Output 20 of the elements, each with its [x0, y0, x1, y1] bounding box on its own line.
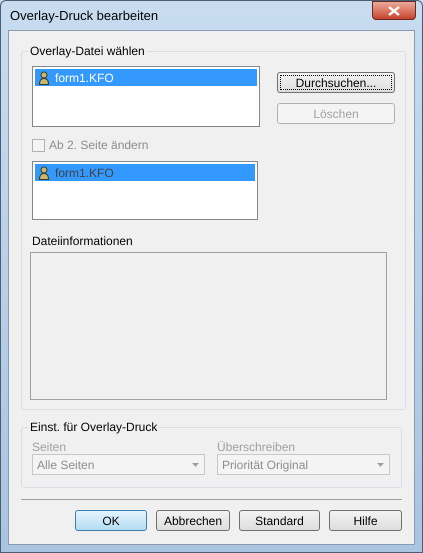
- section-label: Dateiinformationen: [32, 233, 134, 247]
- dialog-button[interactable]: Abbrechen: [156, 510, 230, 531]
- close-icon: [388, 6, 400, 16]
- close-button[interactable]: [372, 1, 416, 20]
- group-title: Overlay-Datei wählen: [29, 43, 146, 60]
- checkbox-label: Ab 2. Seite ändern: [49, 137, 148, 154]
- dialog-button[interactable]: OK: [75, 510, 147, 531]
- file-list[interactable]: form1.KFO: [32, 66, 260, 127]
- dialog-button[interactable]: Hilfe: [329, 510, 402, 531]
- field-label: Seiten: [32, 439, 68, 453]
- dialog-button[interactable]: Standard: [239, 510, 320, 531]
- group-title: Einst. für Overlay-Druck: [29, 419, 158, 436]
- dropdown-arrow-icon: [376, 462, 384, 466]
- list-item[interactable]: form1.KFO: [35, 69, 257, 86]
- dropdown-arrow-icon: [192, 462, 198, 466]
- action-button[interactable]: Durchsuchen...: [277, 72, 395, 93]
- person-icon: [38, 166, 50, 180]
- window-title: Overlay-Druck bearbeiten: [10, 6, 158, 25]
- field-label: Überschreiben: [217, 439, 296, 453]
- person-icon: [38, 70, 50, 84]
